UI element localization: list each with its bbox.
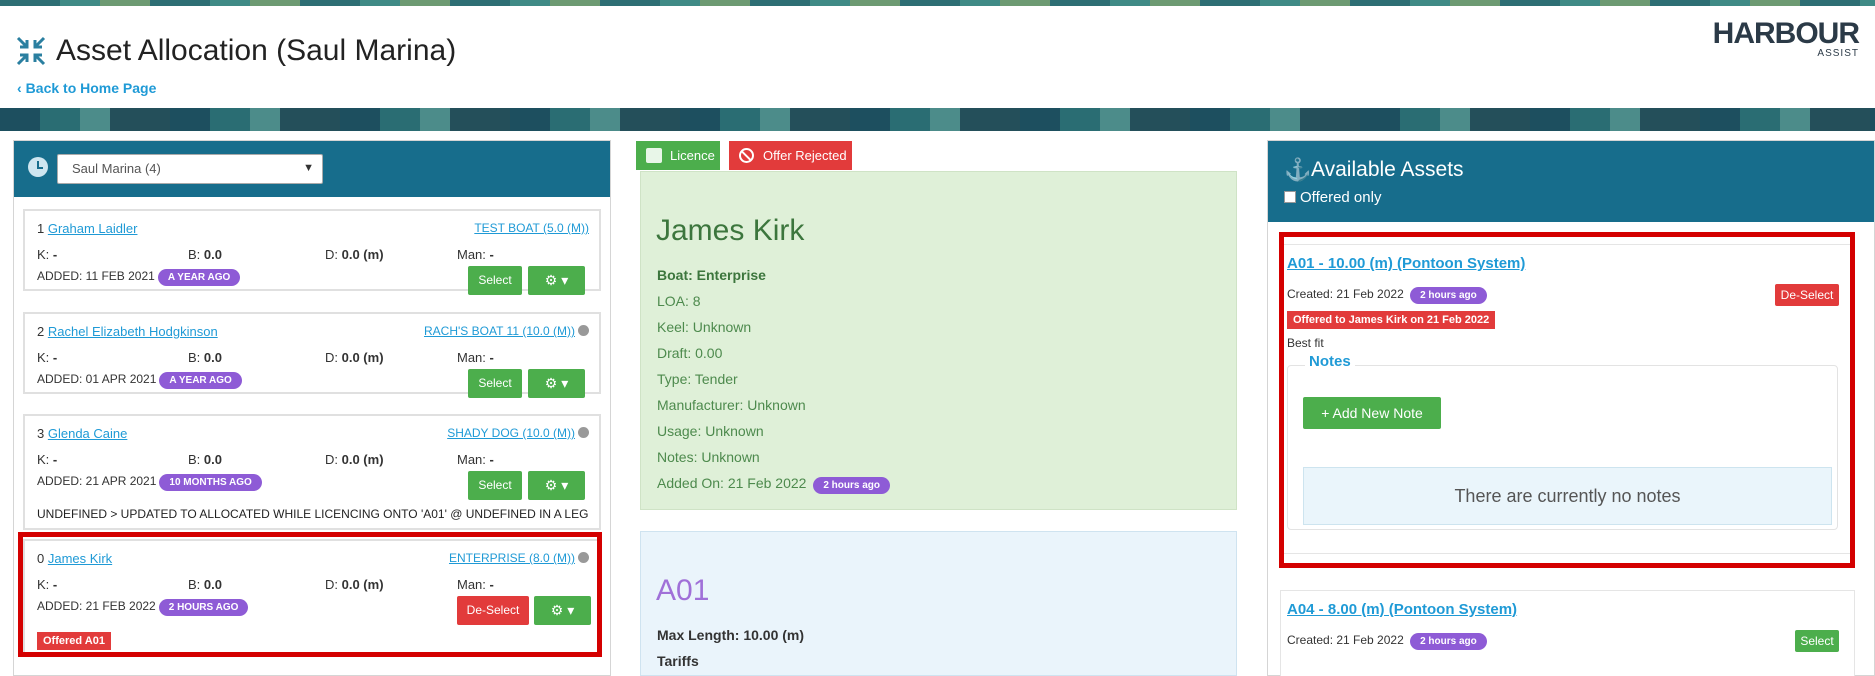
- gear-icon: ⚙: [544, 477, 558, 493]
- loa-value: LOA: 8: [657, 293, 701, 309]
- ban-icon: [739, 148, 754, 163]
- checkbox[interactable]: [1284, 191, 1296, 203]
- asset-name: A01: [656, 574, 710, 607]
- boat-link[interactable]: TEST BOAT (5.0 (M)): [474, 221, 589, 235]
- asset-details-card: A01 Max Length: 10.00 (m) Tariffs: [640, 531, 1237, 676]
- allocation-card: 3 Glenda Caine SHADY DOG (10.0 (M)) K: -…: [23, 414, 601, 530]
- clock-icon: [578, 427, 589, 438]
- select-button[interactable]: Select: [468, 471, 522, 500]
- added-date: ADDED: 11 FEB 2021 A YEAR AGO: [37, 269, 241, 286]
- available-assets-header: ⚓ Available Assets Offered only: [1268, 141, 1874, 222]
- asset-title-link[interactable]: A04 - 8.00 (m) (Pontoon System): [1287, 601, 1517, 618]
- added-date: ADDED: 21 APR 2021 10 MONTHS AGO: [37, 474, 262, 491]
- caret-down-icon: ▾: [561, 375, 569, 391]
- offered-only-checkbox[interactable]: Offered only: [1284, 189, 1381, 206]
- customer-name-link[interactable]: Rachel Elizabeth Hodgkinson: [48, 324, 218, 339]
- time-ago-badge: 10 MONTHS AGO: [159, 474, 262, 491]
- tariffs-label: Tariffs: [657, 653, 699, 669]
- back-to-home-link[interactable]: ‹ Back to Home Page: [17, 80, 156, 96]
- time-ago-badge: A YEAR AGO: [159, 372, 242, 389]
- allocation-list-header: Saul Marina (4) ▼: [14, 141, 610, 197]
- panel-title: Available Assets: [1311, 158, 1464, 181]
- customer-name: James Kirk: [656, 214, 805, 247]
- chevron-down-icon: ▼: [303, 162, 314, 174]
- licence-icon: [646, 148, 662, 163]
- draft-stat: D: 0.0 (m): [325, 247, 384, 262]
- keel-stat: K: -: [37, 350, 58, 365]
- beam-stat: B: 0.0: [188, 247, 222, 262]
- back-link-label: Back to Home Page: [25, 80, 157, 96]
- allocation-card: 2 Rachel Elizabeth Hodgkinson RACH'S BOA…: [23, 312, 601, 398]
- compress-arrows-icon: [16, 36, 46, 66]
- gear-icon: ⚙: [544, 375, 558, 391]
- marina-select[interactable]: Saul Marina (4) ▼: [57, 154, 323, 184]
- customer-details-card: James Kirk Boat: Enterprise LOA: 8 Keel:…: [640, 171, 1237, 510]
- settings-dropdown-button[interactable]: ⚙ ▾: [528, 266, 585, 295]
- boat-name: Boat: Enterprise: [657, 267, 766, 283]
- harbour-assist-logo: HARBOUR ASSIST: [1712, 17, 1860, 60]
- boat-link[interactable]: RACH'S BOAT 11 (10.0 (M)): [424, 324, 589, 338]
- time-ago-badge: 2 hours ago: [813, 477, 891, 494]
- select-button[interactable]: Select: [468, 369, 522, 398]
- draft-stat: D: 0.0 (m): [325, 452, 384, 467]
- select-button[interactable]: Select: [468, 266, 522, 295]
- time-ago-badge: 2 hours ago: [1410, 633, 1487, 650]
- type-value: Type: Tender: [657, 371, 738, 387]
- time-ago-badge: A YEAR AGO: [157, 269, 241, 286]
- asset-card: A04 - 8.00 (m) (Pontoon System) Created:…: [1280, 590, 1855, 676]
- highlight-box: [18, 532, 602, 657]
- manufacturer-stat: Man: -: [457, 247, 494, 262]
- anchor-icon: ⚓: [1284, 157, 1312, 182]
- manufacturer-value: Manufacturer: Unknown: [657, 397, 806, 413]
- history-note: UNDEFINED > UPDATED TO ALLOCATED WHILE L…: [37, 507, 589, 521]
- clock-icon: [28, 157, 48, 177]
- page-title: Asset Allocation (Saul Marina): [56, 34, 457, 67]
- banner-image-strip: [0, 108, 1875, 131]
- asset-created: Created: 21 Feb 2022 2 hours ago: [1287, 633, 1487, 650]
- chevron-left-icon: ‹: [17, 80, 22, 96]
- keel-stat: K: -: [37, 247, 58, 262]
- licence-button[interactable]: Licence: [636, 141, 720, 170]
- caret-down-icon: ▾: [561, 272, 569, 288]
- added-date: ADDED: 01 APR 2021 A YEAR AGO: [37, 372, 242, 389]
- notes-value: Notes: Unknown: [657, 449, 760, 465]
- draft-value: Draft: 0.00: [657, 345, 723, 361]
- draft-stat: D: 0.0 (m): [325, 350, 384, 365]
- max-length: Max Length: 10.00 (m): [657, 627, 805, 643]
- beam-stat: B: 0.0: [188, 350, 222, 365]
- highlight-box: [1279, 232, 1855, 568]
- beam-stat: B: 0.0: [188, 452, 222, 467]
- keel-stat: K: -: [37, 452, 58, 467]
- settings-dropdown-button[interactable]: ⚙ ▾: [528, 369, 585, 398]
- customer-name-link[interactable]: Glenda Caine: [48, 426, 128, 441]
- boat-link[interactable]: SHADY DOG (10.0 (M)): [447, 426, 589, 440]
- allocation-card: 1 Graham Laidler TEST BOAT (5.0 (M)) K: …: [23, 209, 601, 295]
- gear-icon: ⚙: [544, 272, 558, 288]
- clock-icon: [578, 325, 589, 336]
- offer-rejected-button[interactable]: Offer Rejected: [729, 141, 852, 170]
- added-on: Added On: 21 Feb 2022 2 hours ago: [657, 475, 891, 494]
- select-button[interactable]: Select: [1795, 630, 1839, 652]
- usage-value: Usage: Unknown: [657, 423, 764, 439]
- settings-dropdown-button[interactable]: ⚙ ▾: [528, 471, 585, 500]
- manufacturer-stat: Man: -: [457, 350, 494, 365]
- manufacturer-stat: Man: -: [457, 452, 494, 467]
- customer-name-link[interactable]: Graham Laidler: [48, 221, 138, 236]
- caret-down-icon: ▾: [561, 477, 569, 493]
- keel-value: Keel: Unknown: [657, 319, 752, 335]
